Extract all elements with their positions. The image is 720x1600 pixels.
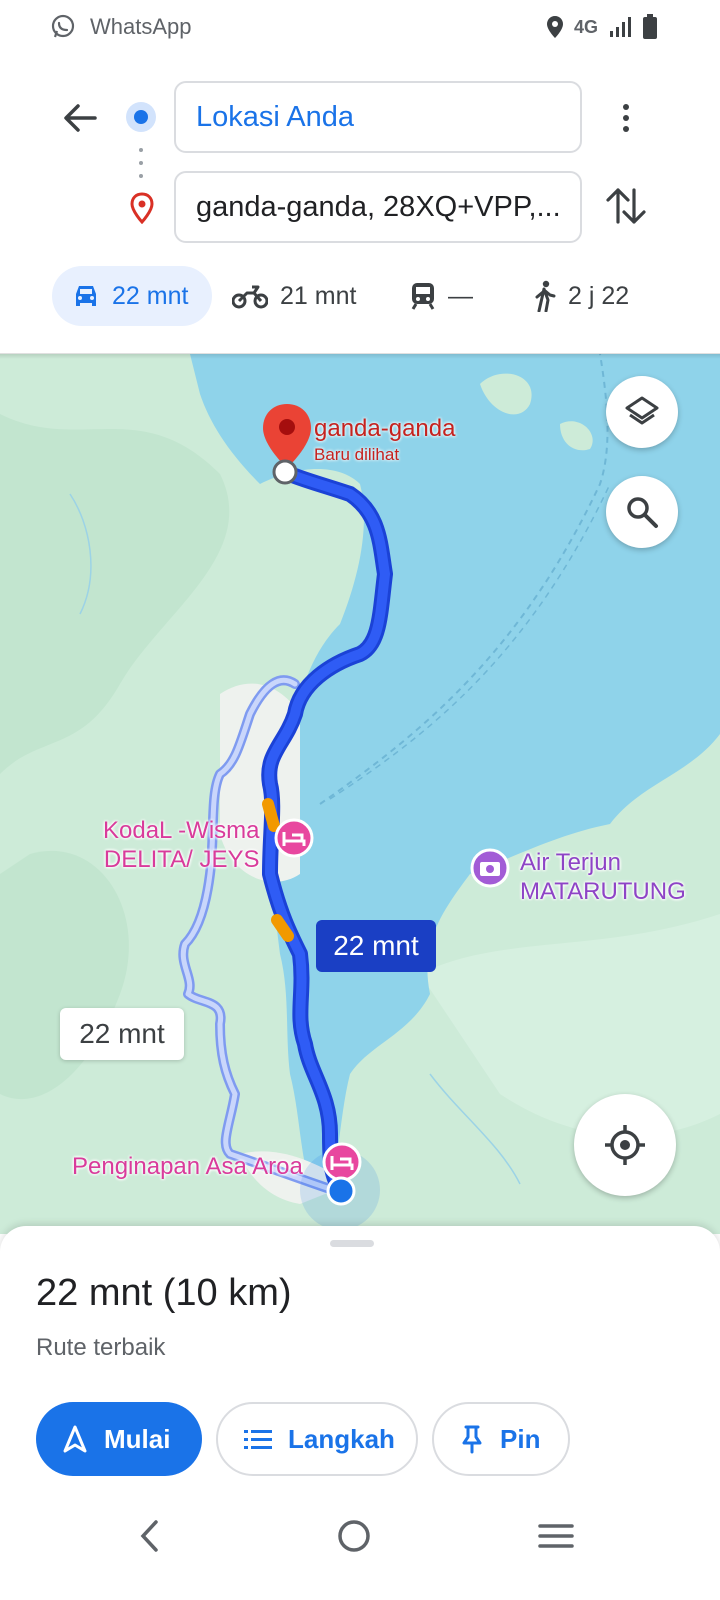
alt-route-time-bubble[interactable]: 22 mnt (60, 1008, 184, 1060)
my-location-button[interactable] (574, 1094, 676, 1196)
destination-recent: Baru dilihat (314, 445, 400, 464)
pin-button-label: Pin (500, 1423, 541, 1454)
tab-walk[interactable]: 2 j 22 (532, 266, 629, 326)
route-summary-sheet[interactable]: 22 mnt (10 km) Rute terbaik Mulai Langka… (0, 1226, 720, 1506)
car-icon (76, 286, 96, 306)
origin-dot-icon (126, 102, 156, 132)
destination-map-label[interactable]: ganda-ganda Baru dilihat (314, 416, 455, 468)
location-icon (546, 16, 563, 38)
start-button[interactable]: Mulai (36, 1402, 202, 1476)
system-nav-bar (0, 1506, 720, 1600)
search-icon (627, 497, 658, 528)
menu-lines-icon (538, 1524, 574, 1548)
pin-button[interactable]: Pin (432, 1402, 570, 1476)
swap-icon[interactable] (600, 180, 652, 232)
status-app-name: WhatsApp (90, 14, 192, 39)
origin-field[interactable]: Lokasi Anda (174, 81, 582, 153)
layers-button[interactable] (606, 376, 678, 448)
header-shadow (0, 353, 720, 359)
tab-transit-time: — (448, 281, 473, 310)
chevron-left-icon (140, 1520, 158, 1552)
nav-recents-button[interactable] (516, 1506, 596, 1566)
tab-transit[interactable]: — (410, 266, 473, 326)
poi-waterfall-label[interactable]: Air Terjun MATARUTUNG (520, 848, 686, 906)
pin-icon (462, 1425, 482, 1454)
travel-mode-tabs: 22 mnt 21 mnt — 2 j 22 (0, 266, 720, 326)
back-button[interactable] (56, 94, 104, 142)
nav-back-button[interactable] (110, 1506, 190, 1566)
list-icon (244, 1430, 272, 1449)
layers-icon (625, 396, 659, 425)
directions-header: Lokasi Anda ganda-ganda, 28XQ+VPP,... 22… (0, 60, 720, 360)
more-options-button[interactable] (608, 94, 644, 142)
arrow-back-icon (64, 104, 97, 132)
my-location-icon (605, 1125, 645, 1165)
status-bar: WhatsApp 4G (0, 0, 720, 60)
poi-homestay-label[interactable]: Penginapan Asa Aroa (72, 1152, 303, 1181)
destination-name: ganda-ganda (314, 415, 456, 442)
start-button-label: Mulai (104, 1423, 171, 1454)
motorcycle-icon (232, 285, 268, 309)
tab-car[interactable]: 22 mnt (52, 266, 212, 326)
train-icon (411, 283, 435, 310)
destination-marker-icon[interactable] (260, 402, 314, 486)
route-time-bubble[interactable]: 22 mnt (316, 920, 436, 972)
poi-hotel-label[interactable]: KodaL -Wisma DELITA/ JEYS (103, 816, 260, 874)
network-type: 4G (573, 16, 598, 37)
navigation-arrow-icon (63, 1425, 87, 1453)
tab-walk-time: 2 j 22 (568, 281, 630, 310)
map-view[interactable]: ganda-ganda Baru dilihat KodaL -Wisma DE… (0, 354, 720, 1234)
destination-pin-icon (130, 192, 154, 224)
walk-icon (535, 280, 556, 312)
steps-button[interactable]: Langkah (216, 1402, 418, 1476)
sheet-drag-handle[interactable] (330, 1240, 374, 1247)
tab-motorcycle[interactable]: 21 mnt (232, 266, 356, 326)
hotel-icon[interactable] (272, 818, 316, 868)
whatsapp-icon (51, 14, 75, 38)
tab-motorcycle-time: 21 mnt (280, 281, 357, 310)
route-connector (139, 148, 143, 178)
current-location-dot-icon (326, 1176, 356, 1206)
camera-attraction-icon[interactable] (468, 848, 512, 898)
route-subtitle: Rute terbaik (36, 1334, 166, 1361)
nav-home-button[interactable] (314, 1506, 394, 1566)
signal-icon (610, 17, 631, 37)
home-circle-icon (338, 1520, 370, 1552)
battery-icon (643, 14, 657, 39)
route-summary: 22 mnt (10 km) (36, 1272, 292, 1314)
steps-button-label: Langkah (288, 1423, 395, 1454)
search-along-route-button[interactable] (606, 476, 678, 548)
tab-car-time: 22 mnt (112, 281, 189, 310)
destination-field[interactable]: ganda-ganda, 28XQ+VPP,... (174, 171, 582, 243)
